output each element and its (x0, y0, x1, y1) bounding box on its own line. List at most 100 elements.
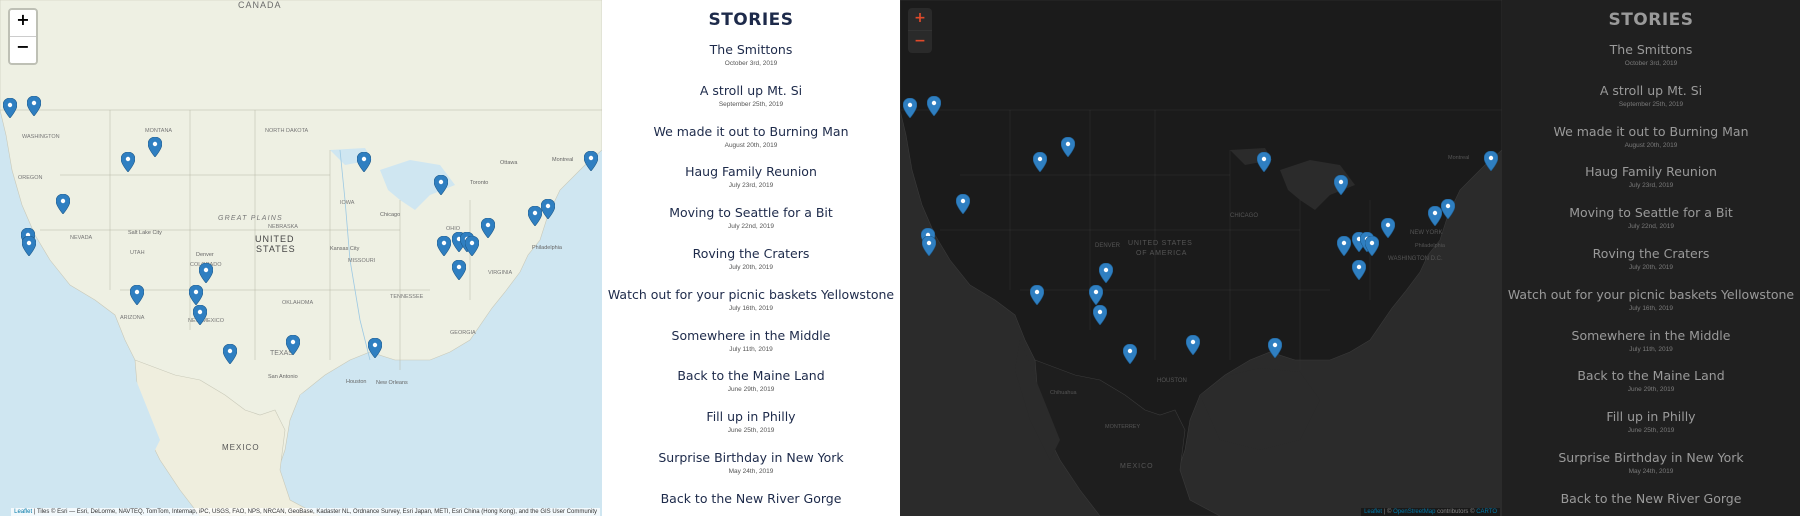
map-marker-icon[interactable] (147, 136, 163, 158)
map-marker-icon[interactable] (926, 95, 942, 117)
zoom-out-button[interactable]: − (908, 31, 932, 53)
map-marker-icon[interactable] (1333, 174, 1349, 196)
map-marker-icon[interactable] (367, 337, 383, 359)
map-marker-icon[interactable] (1427, 205, 1443, 227)
story-item[interactable]: Fill up in Philly June 25th, 2019 (602, 409, 900, 450)
story-item[interactable]: We made it out to Burning Man August 20th… (602, 124, 900, 165)
story-item[interactable]: Somewhere in the Middle July 11th, 2019 (1502, 328, 1800, 369)
story-title[interactable]: Fill up in Philly (1502, 409, 1800, 424)
story-title[interactable]: Back to the New River Gorge (1502, 491, 1800, 506)
story-item[interactable]: Watch out for your picnic baskets Yellow… (602, 287, 900, 328)
map-marker-icon[interactable] (1122, 343, 1138, 365)
story-item[interactable]: Fill up in Philly June 25th, 2019 (1502, 409, 1800, 450)
map-marker-icon[interactable] (921, 235, 937, 257)
light-map[interactable]: CANADA WASHINGTON NORTH DAKOTA GREAT PLA… (0, 0, 602, 516)
carto-link[interactable]: CARTO (1476, 509, 1497, 515)
map-marker-icon[interactable] (433, 174, 449, 196)
map-marker-icon[interactable] (955, 193, 971, 215)
map-marker-icon[interactable] (222, 343, 238, 365)
map-marker-icon[interactable] (1364, 235, 1380, 257)
story-title[interactable]: The Smittons (602, 42, 900, 57)
map-marker-icon[interactable] (129, 284, 145, 306)
story-title[interactable]: We made it out to Burning Man (1502, 124, 1800, 139)
map-marker-icon[interactable] (1088, 284, 1104, 306)
story-title[interactable]: Watch out for your picnic baskets Yellow… (602, 287, 900, 302)
openstreetmap-link[interactable]: OpenStreetMap (1393, 509, 1435, 515)
story-item[interactable]: Moving to Seattle for a Bit July 22nd, 20… (1502, 205, 1800, 246)
story-item[interactable]: A stroll up Mt. Si September 25th, 2019 (1502, 83, 1800, 124)
map-marker-icon[interactable] (26, 95, 42, 117)
story-item[interactable]: Back to the Maine Land June 29th, 2019 (602, 368, 900, 409)
map-marker-icon[interactable] (540, 198, 556, 220)
dark-map[interactable]: UNITED STATES OF AMERICA CHICAGO DENVER … (900, 0, 1502, 516)
map-marker-icon[interactable] (464, 235, 480, 257)
story-title[interactable]: Back to the Maine Land (602, 368, 900, 383)
zoom-out-button[interactable]: − (10, 37, 36, 63)
story-title[interactable]: Haug Family Reunion (602, 164, 900, 179)
map-marker-icon[interactable] (1092, 304, 1108, 326)
light-map-canvas[interactable] (0, 0, 602, 516)
story-title[interactable]: A stroll up Mt. Si (602, 83, 900, 98)
map-marker-icon[interactable] (1029, 284, 1045, 306)
story-title[interactable]: Back to the New River Gorge (602, 491, 900, 506)
map-marker-icon[interactable] (1032, 151, 1048, 173)
story-item[interactable]: We made it out to Burning Man August 20th… (1502, 124, 1800, 165)
story-item[interactable]: Somewhere in the Middle July 11th, 2019 (602, 328, 900, 369)
story-title[interactable]: We made it out to Burning Man (602, 124, 900, 139)
map-marker-icon[interactable] (1060, 136, 1076, 158)
map-marker-icon[interactable] (436, 235, 452, 257)
map-marker-icon[interactable] (21, 235, 37, 257)
map-marker-icon[interactable] (1185, 334, 1201, 356)
story-item[interactable]: Moving to Seattle for a Bit July 22nd, 20… (602, 205, 900, 246)
story-title[interactable]: Fill up in Philly (602, 409, 900, 424)
map-marker-icon[interactable] (1256, 151, 1272, 173)
map-marker-icon[interactable] (188, 284, 204, 306)
story-title[interactable]: Watch out for your picnic baskets Yellow… (1502, 287, 1800, 302)
leaflet-link[interactable]: Leaflet (14, 509, 32, 515)
map-marker-icon[interactable] (583, 150, 599, 172)
story-item[interactable]: The Smittons October 3rd, 2019 (602, 42, 900, 83)
map-marker-icon[interactable] (55, 193, 71, 215)
story-item[interactable]: Surprise Birthday in New York May 24th, 2… (602, 450, 900, 491)
story-title[interactable]: Surprise Birthday in New York (1502, 450, 1800, 465)
story-title[interactable]: Somewhere in the Middle (602, 328, 900, 343)
map-marker-icon[interactable] (527, 205, 543, 227)
map-marker-icon[interactable] (1440, 198, 1456, 220)
map-marker-icon[interactable] (1267, 337, 1283, 359)
story-title[interactable]: Haug Family Reunion (1502, 164, 1800, 179)
story-item[interactable]: Haug Family Reunion July 23rd, 2019 (1502, 164, 1800, 205)
story-title[interactable]: Surprise Birthday in New York (602, 450, 900, 465)
story-title[interactable]: Moving to Seattle for a Bit (602, 205, 900, 220)
story-item[interactable]: Back to the New River Gorge (1502, 491, 1800, 516)
story-item[interactable]: Roving the Craters July 20th, 2019 (602, 246, 900, 287)
map-marker-icon[interactable] (120, 151, 136, 173)
zoom-in-button[interactable]: + (10, 10, 36, 37)
map-marker-icon[interactable] (1336, 235, 1352, 257)
story-item[interactable]: Back to the New River Gorge (602, 491, 900, 516)
story-title[interactable]: Roving the Craters (602, 246, 900, 261)
story-title[interactable]: A stroll up Mt. Si (1502, 83, 1800, 98)
story-item[interactable]: Haug Family Reunion July 23rd, 2019 (602, 164, 900, 205)
map-marker-icon[interactable] (1351, 259, 1367, 281)
map-marker-icon[interactable] (285, 334, 301, 356)
zoom-in-button[interactable]: + (908, 8, 932, 31)
story-item[interactable]: Roving the Craters July 20th, 2019 (1502, 246, 1800, 287)
map-marker-icon[interactable] (2, 97, 18, 119)
map-marker-icon[interactable] (198, 262, 214, 284)
story-title[interactable]: Back to the Maine Land (1502, 368, 1800, 383)
story-item[interactable]: The Smittons October 3rd, 2019 (1502, 42, 1800, 83)
leaflet-link[interactable]: Leaflet (1364, 509, 1382, 515)
story-item[interactable]: Surprise Birthday in New York May 24th, 2… (1502, 450, 1800, 491)
map-marker-icon[interactable] (1380, 217, 1396, 239)
map-marker-icon[interactable] (1483, 150, 1499, 172)
story-item[interactable]: Back to the Maine Land June 29th, 2019 (1502, 368, 1800, 409)
story-title[interactable]: Somewhere in the Middle (1502, 328, 1800, 343)
map-marker-icon[interactable] (356, 151, 372, 173)
story-item[interactable]: Watch out for your picnic baskets Yellow… (1502, 287, 1800, 328)
map-marker-icon[interactable] (451, 259, 467, 281)
map-marker-icon[interactable] (192, 304, 208, 326)
story-title[interactable]: Moving to Seattle for a Bit (1502, 205, 1800, 220)
story-item[interactable]: A stroll up Mt. Si September 25th, 2019 (602, 83, 900, 124)
map-marker-icon[interactable] (480, 217, 496, 239)
map-marker-icon[interactable] (1098, 262, 1114, 284)
